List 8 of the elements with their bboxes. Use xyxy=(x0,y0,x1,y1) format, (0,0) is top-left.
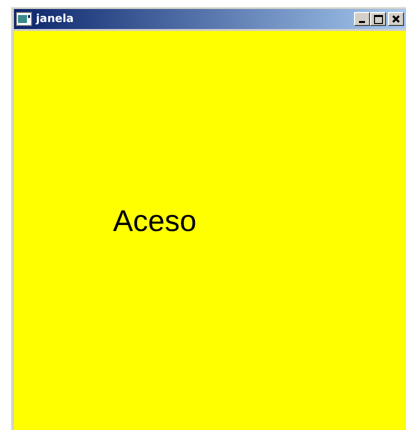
maximize-icon xyxy=(374,14,382,24)
close-icon xyxy=(392,15,400,23)
status-label: Aceso xyxy=(113,205,196,238)
app-icon xyxy=(16,12,32,26)
maximize-button[interactable] xyxy=(370,12,386,26)
close-button[interactable] xyxy=(388,12,404,26)
window-title: janela xyxy=(36,10,74,27)
minimize-button[interactable] xyxy=(354,12,370,26)
